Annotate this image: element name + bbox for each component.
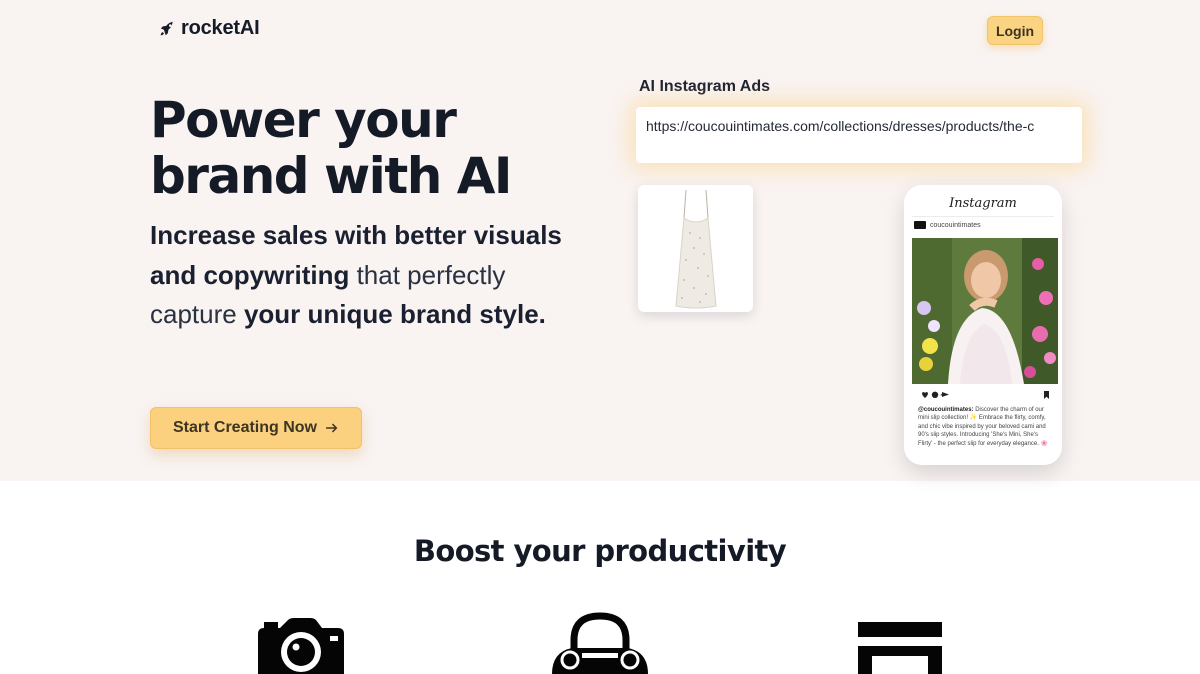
logo-link[interactable]: rocketAI [158, 17, 260, 40]
login-button[interactable]: Login [987, 16, 1043, 45]
slip-dress-product-photo [674, 189, 717, 308]
woman-in-floral-slip-dress-photo [912, 238, 1058, 384]
instagram-actions [922, 391, 1049, 399]
avatar [914, 221, 926, 229]
cta-label: Start Creating Now [172, 419, 317, 436]
section-title: Boost your productivity [413, 534, 787, 568]
bookmark-icon [1044, 391, 1049, 399]
demo-label: AI Instagram Ads [639, 78, 770, 95]
heart-icon [922, 392, 928, 398]
caption-user: @coucouintimates: [918, 407, 974, 413]
instagram-username: coucouintimates [930, 221, 981, 229]
document-icon [858, 622, 942, 674]
hero-headline: Power your brand with AI [150, 91, 513, 205]
logo-text: rocketAI [181, 17, 260, 39]
instagram-caption: @coucouintimates: Discover the charm of … [918, 406, 1050, 448]
comment-icon [931, 391, 939, 398]
instagram-phone-mockup: Instagram coucouintimates @coucouintimat… [904, 185, 1062, 465]
instagram-header: Instagram [912, 190, 1054, 217]
start-creating-button[interactable]: Start Creating Now [150, 407, 362, 449]
shopping-bag-icon [552, 612, 648, 674]
hero-subheading: Increase sales with better visuals and c… [150, 216, 570, 335]
instagram-user-row: coucouintimates [914, 221, 981, 229]
share-icon [940, 392, 949, 397]
camera-icon [258, 618, 344, 674]
product-image-card [638, 185, 753, 312]
instagram-brand: Instagram [949, 196, 1017, 211]
product-url-input[interactable]: https://coucouintimates.com/collections/… [636, 107, 1082, 163]
subhead-bold-2: your unique brand style. [243, 299, 546, 329]
rocket-icon [160, 21, 175, 36]
arrow-right-icon [325, 423, 338, 433]
